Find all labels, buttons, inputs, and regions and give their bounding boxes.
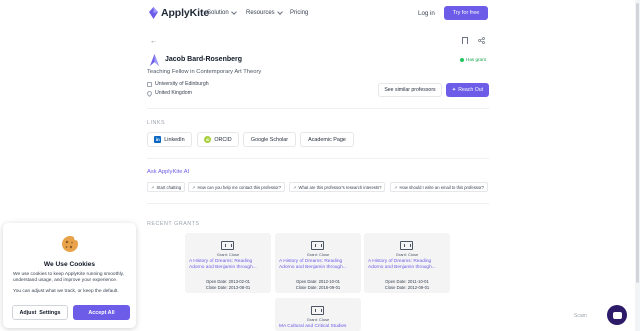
orcid-icon: iD bbox=[204, 136, 212, 143]
grant-title[interactable]: A History of Dreams: Reading Adorno and … bbox=[189, 259, 267, 271]
chip-start-chatting[interactable]: ↗ Start chatting bbox=[147, 182, 186, 192]
adjust-settings-button[interactable]: Adjust Settings bbox=[12, 305, 68, 320]
scrollbar-thumb[interactable] bbox=[636, 3, 639, 283]
cookie-banner: We Use Cookies We use cookies to keep Ap… bbox=[3, 223, 136, 328]
divider bbox=[147, 108, 489, 109]
country-row: United Kingdom bbox=[145, 89, 192, 97]
recent-grants-heading: RECENT GRANTS bbox=[147, 221, 200, 227]
university-name: University of Edinburgh bbox=[155, 81, 209, 87]
links-heading: LINKS bbox=[147, 120, 166, 126]
professor-avatar-icon bbox=[150, 54, 159, 66]
academic-page-link[interactable]: Academic Page bbox=[300, 132, 354, 147]
arrow-up-right-icon: ↗ bbox=[192, 184, 196, 190]
nav-solution-label: Solution bbox=[207, 10, 229, 16]
top-nav: ApplyKite Solution Resources Pricing Log… bbox=[0, 0, 640, 27]
scam-label: Scam bbox=[574, 313, 587, 319]
grant-close-date: Close Date: 2013-08-01 bbox=[205, 285, 251, 290]
has-grant-badge: Has grant bbox=[460, 57, 486, 62]
grant-document-icon bbox=[400, 241, 413, 250]
nav-resources[interactable]: Resources bbox=[246, 9, 283, 16]
linkedin-link[interactable]: in LinkedIn bbox=[147, 132, 192, 147]
grant-card[interactable]: Grant: Close A History of Dreams: Readin… bbox=[185, 233, 271, 293]
grant-close-date: Close Date: 2016-09-01 bbox=[295, 285, 341, 290]
nav-pricing[interactable]: Pricing bbox=[290, 10, 308, 16]
sparkle-icon: ✦ bbox=[451, 87, 457, 93]
logo[interactable]: ApplyKite bbox=[149, 7, 209, 19]
chip-research-interests[interactable]: ↗ What are this professor's research int… bbox=[289, 182, 386, 192]
grant-title[interactable]: A History of Dreams: Reading Adorno and … bbox=[279, 259, 357, 271]
chip-write-email[interactable]: ↗ How should I write an email to this pr… bbox=[390, 182, 489, 192]
linkedin-icon: in bbox=[154, 136, 162, 143]
orcid-label: ORCID bbox=[214, 136, 232, 143]
ask-ai-heading: Ask ApplyKite AI bbox=[147, 169, 190, 175]
logo-text: ApplyKite bbox=[161, 7, 210, 19]
grant-status: Grant: Close bbox=[306, 252, 330, 257]
professor-title: Teaching Fellow in Contemporary Art Theo… bbox=[147, 69, 262, 75]
cookie-title: We Use Cookies bbox=[43, 261, 96, 268]
grant-open-date: Open Date: 2012-10-01 bbox=[296, 279, 340, 284]
grant-status: Grant: Close bbox=[216, 252, 240, 257]
check-circle-icon bbox=[460, 57, 464, 62]
arrow-up-right-icon: ↗ bbox=[293, 184, 297, 190]
location-pin-icon bbox=[145, 89, 154, 97]
grant-card[interactable]: Grant: Close MA Cultural and Critical St… bbox=[275, 298, 361, 331]
grant-card[interactable]: Grant: Close A History of Dreams: Readin… bbox=[364, 233, 450, 293]
arrow-up-right-icon: ↗ bbox=[394, 184, 398, 190]
nav-pricing-label: Pricing bbox=[290, 10, 309, 16]
grant-open-date: Open Date: 2013-02-01 bbox=[206, 279, 250, 284]
bookmark-icon[interactable] bbox=[462, 37, 468, 44]
grant-close-date: Close Date: 2012-09-01 bbox=[384, 285, 430, 290]
grant-title[interactable]: A History of Dreams: Reading Adorno and … bbox=[368, 259, 446, 271]
grant-status: Grant: Close bbox=[395, 252, 419, 257]
divider bbox=[147, 203, 489, 204]
see-similar-professors-button[interactable]: See similar professors bbox=[378, 83, 442, 97]
chip-label: Start chatting bbox=[156, 184, 182, 190]
country-name: United Kingdom bbox=[155, 90, 192, 96]
reach-out-label: Reach Out bbox=[458, 87, 484, 93]
chevron-down-icon bbox=[230, 9, 237, 15]
cookie-subtext: You can adjust what we track, or keep th… bbox=[13, 289, 119, 294]
cookie-icon bbox=[62, 235, 79, 252]
has-grant-label: Has grant bbox=[466, 57, 486, 62]
university-row: University of Edinburgh bbox=[147, 81, 209, 87]
chip-label: How should I write an email to this prof… bbox=[399, 184, 485, 190]
nav-solution[interactable]: Solution bbox=[207, 9, 237, 16]
grant-status: Grant: Close bbox=[306, 317, 330, 322]
google-scholar-link[interactable]: Google Scholar bbox=[243, 132, 296, 147]
grant-document-icon bbox=[221, 241, 234, 250]
login-link[interactable]: Log in bbox=[418, 10, 435, 17]
try-free-button[interactable]: Try for free bbox=[444, 6, 488, 20]
kite-logo-icon bbox=[149, 7, 158, 19]
orcid-link[interactable]: iD ORCID bbox=[197, 132, 239, 147]
nav-resources-label: Resources bbox=[246, 10, 275, 16]
arrow-up-right-icon: ↗ bbox=[151, 184, 155, 190]
share-icon[interactable] bbox=[478, 37, 485, 44]
chat-button[interactable] bbox=[607, 305, 627, 325]
chevron-down-icon bbox=[276, 9, 283, 15]
chip-label: How can you help me contact this profess… bbox=[197, 184, 282, 190]
grant-open-date: Open Date: 2011-10-01 bbox=[385, 279, 429, 284]
accept-all-button[interactable]: Accept All bbox=[73, 305, 130, 320]
grant-document-icon bbox=[311, 306, 324, 315]
grant-title[interactable]: MA Cultural and Critical Studies bbox=[279, 324, 357, 330]
cookie-description: We use cookies to keep ApplyKite running… bbox=[13, 272, 125, 284]
grant-document-icon bbox=[311, 241, 324, 250]
chip-contact-professor[interactable]: ↗ How can you help me contact this profe… bbox=[188, 182, 286, 192]
chat-bubble-icon bbox=[612, 311, 622, 319]
chip-label: What are this professor's research inter… bbox=[298, 184, 382, 190]
building-icon bbox=[147, 81, 152, 87]
professor-name: Jacob Bard-Rosenberg bbox=[165, 56, 243, 63]
back-arrow-icon[interactable]: ← bbox=[150, 38, 157, 45]
reach-out-button[interactable]: ✦ Reach Out bbox=[446, 83, 489, 97]
divider bbox=[147, 158, 489, 159]
linkedin-label: LinkedIn bbox=[164, 136, 185, 143]
grant-card[interactable]: Grant: Close A History of Dreams: Readin… bbox=[275, 233, 361, 293]
